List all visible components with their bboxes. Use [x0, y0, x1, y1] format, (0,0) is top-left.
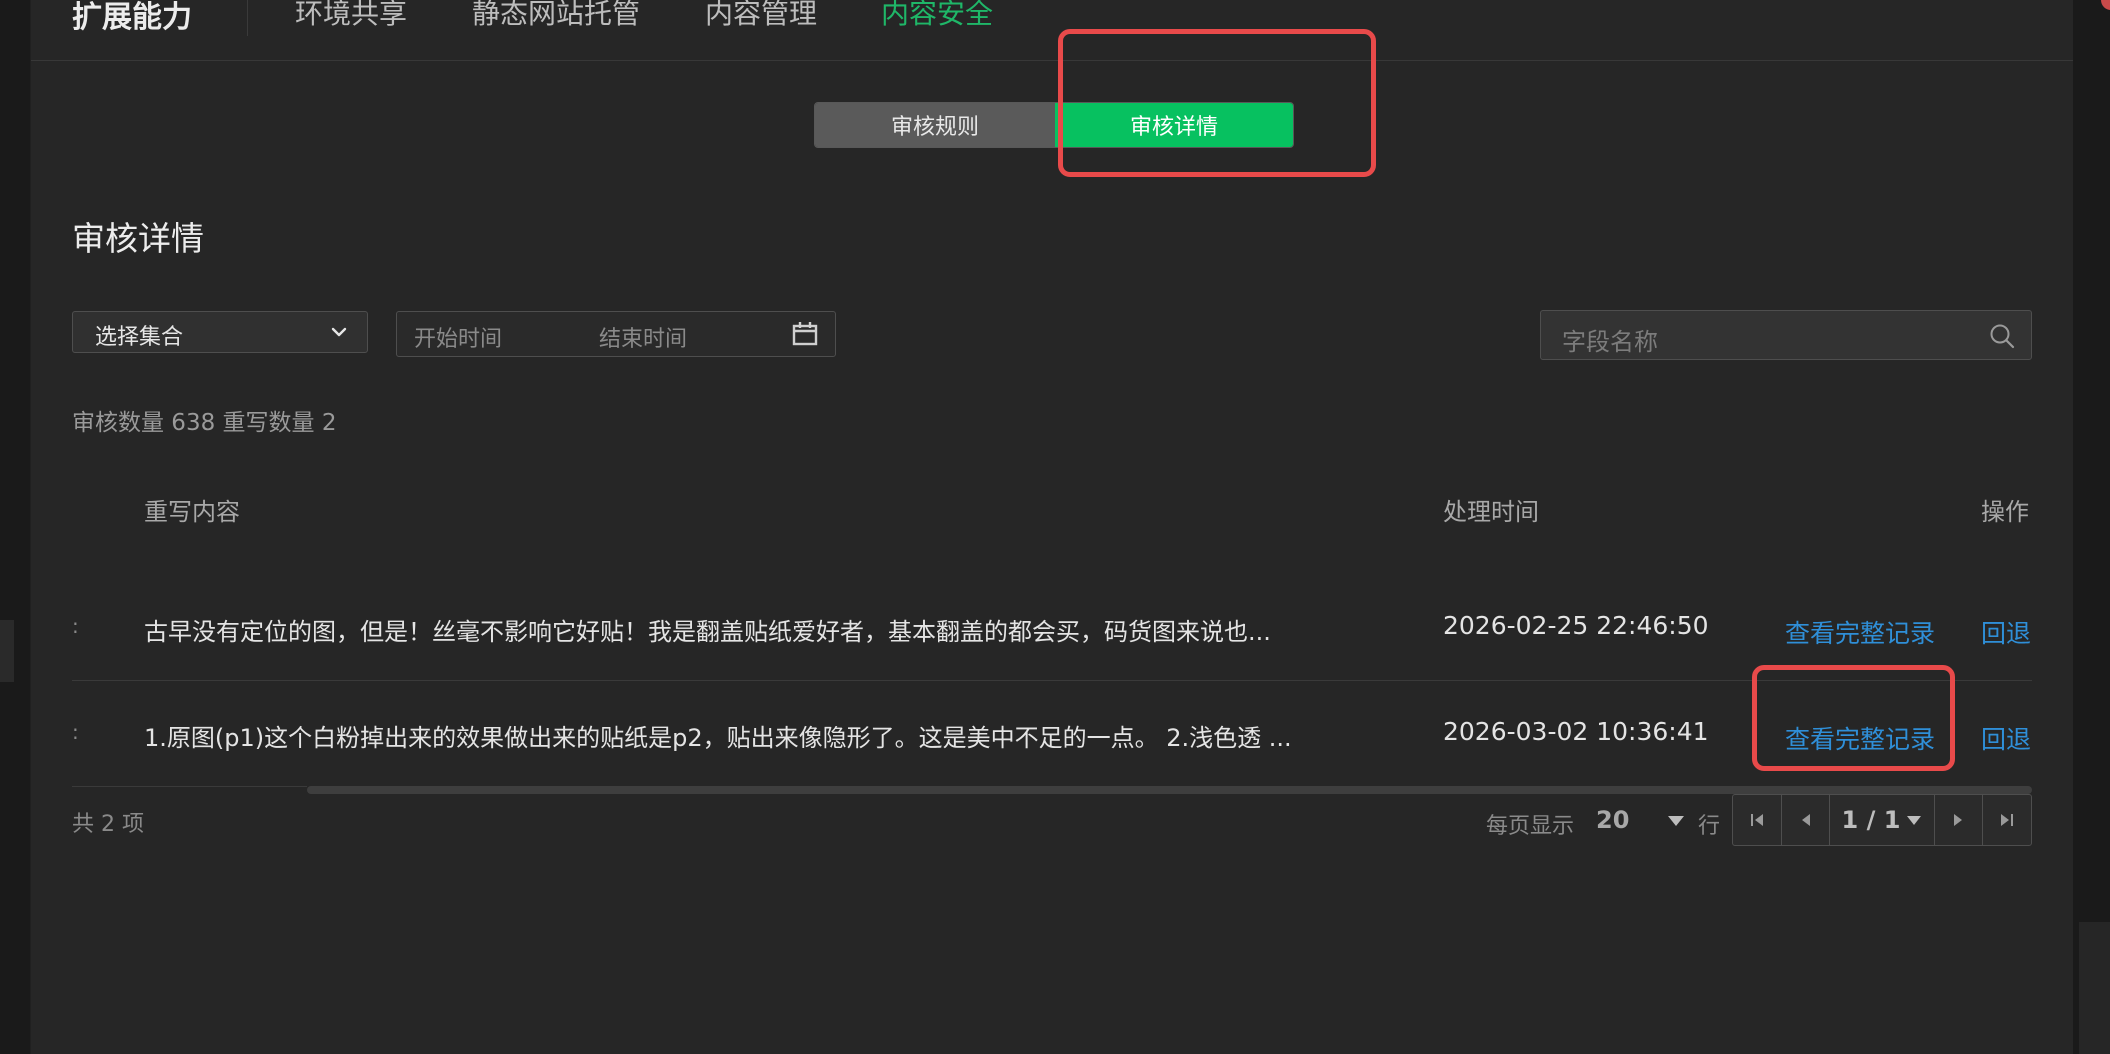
per-page-unit: 行 — [1698, 814, 1721, 839]
left-edge-tab — [0, 620, 14, 682]
left-edge-strip — [0, 0, 30, 1054]
last-page-icon — [2001, 814, 2014, 826]
search-icon[interactable] — [1989, 323, 2015, 349]
total-count: 共 2 项 — [72, 812, 144, 837]
page-select[interactable]: 1 / 1 — [1830, 795, 1935, 845]
column-header-content: 重写内容 — [144, 498, 240, 526]
nav-item-content-management[interactable]: 内容管理 — [705, 0, 817, 32]
row-divider — [72, 680, 2032, 681]
main-panel: 扩展能力 环境共享 静态网站托管 内容管理 内容安全 审核规则 审核详情 审核详… — [31, 0, 2073, 1054]
right-edge-strip — [2073, 0, 2110, 1054]
row-2-time: 2026-03-02 10:36:41 — [1443, 717, 1709, 746]
top-nav: 扩展能力 环境共享 静态网站托管 内容管理 内容安全 — [31, 0, 2073, 61]
table-horizontal-scrollbar[interactable] — [72, 786, 2032, 794]
caret-down-icon[interactable] — [1667, 815, 1685, 827]
column-header-time: 处理时间 — [1443, 498, 1539, 526]
first-page-icon — [1750, 814, 1763, 826]
tab-review-rules[interactable]: 审核规则 — [815, 103, 1055, 147]
page-title: 审核详情 — [72, 219, 204, 258]
row-2-content: 1.原图(p1)这个白粉掉出来的效果做出来的贴纸是p2，贴出来像隐形了。这是美中… — [144, 724, 1292, 752]
per-page-select[interactable]: 20 — [1596, 806, 1629, 834]
review-stats: 审核数量 638 重写数量 2 — [72, 410, 337, 436]
scroll-track — [72, 786, 307, 787]
pagination: 1 / 1 — [1732, 794, 2032, 846]
first-page-button[interactable] — [1733, 795, 1782, 845]
nav-divider — [247, 0, 248, 36]
row-1-view-record-link[interactable]: 查看完整记录 — [1785, 614, 1935, 650]
right-edge-badge — [2101, 0, 2110, 10]
next-page-icon — [1954, 814, 1963, 826]
per-page-label: 每页显示 — [1486, 814, 1575, 839]
page-indicator: 1 / 1 — [1841, 806, 1901, 834]
scrollbar-thumb[interactable] — [307, 786, 2032, 794]
field-search[interactable]: 字段名称 — [1540, 310, 2032, 360]
collection-select-label: 选择集合 — [95, 325, 184, 350]
row-1-time: 2026-02-25 22:46:50 — [1443, 611, 1709, 640]
right-edge-scrollbar[interactable] — [2079, 922, 2110, 1054]
row-2-rollback-link[interactable]: 回退 — [1981, 720, 2031, 756]
nav-item-content-security[interactable]: 内容安全 — [881, 0, 993, 32]
annotation-box-view-record — [1752, 665, 1955, 771]
prev-page-icon — [1801, 814, 1810, 826]
row-marker: : — [72, 720, 79, 744]
row-1-rollback-link[interactable]: 回退 — [1981, 614, 2031, 650]
annotation-box-details-tab — [1058, 29, 1376, 177]
nav-brand: 扩展能力 — [72, 0, 192, 35]
nav-item-static-hosting[interactable]: 静态网站托管 — [472, 0, 640, 32]
date-range-picker[interactable]: 开始时间 结束时间 — [396, 311, 836, 357]
search-input[interactable]: 字段名称 — [1562, 322, 1658, 357]
row-marker: : — [72, 614, 79, 638]
prev-page-button[interactable] — [1782, 795, 1831, 845]
calendar-icon[interactable] — [791, 320, 819, 348]
next-page-button[interactable] — [1935, 795, 1984, 845]
last-page-button[interactable] — [1983, 795, 2031, 845]
chevron-down-icon — [331, 327, 347, 337]
row-1-content: 古早没有定位的图，但是！丝毫不影响它好贴！我是翻盖贴纸爱好者，基本翻盖的都会买，… — [144, 618, 1271, 646]
collection-select[interactable]: 选择集合 — [72, 311, 368, 353]
caret-down-icon — [1907, 815, 1922, 825]
column-header-action: 操作 — [1981, 498, 2029, 526]
nav-item-env-share[interactable]: 环境共享 — [295, 0, 407, 32]
start-time-input[interactable]: 开始时间 — [414, 321, 502, 353]
end-time-input[interactable]: 结束时间 — [599, 321, 687, 353]
